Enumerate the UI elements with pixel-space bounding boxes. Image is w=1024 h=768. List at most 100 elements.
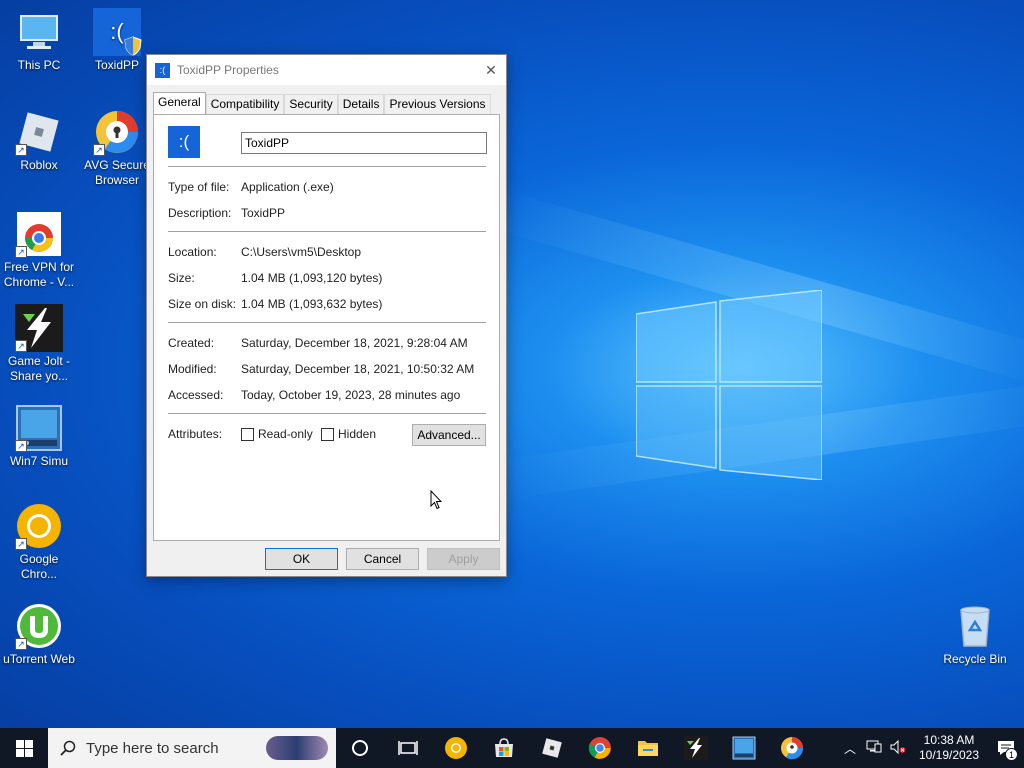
desktop-icon-label: Win7 Simu bbox=[9, 454, 68, 468]
desktop-icon-label: Game Jolt - Share yo... bbox=[7, 354, 70, 383]
computer-icon bbox=[15, 8, 63, 56]
desktop-icon-recycle-bin[interactable]: Recycle Bin bbox=[936, 602, 1014, 667]
accessed-value: Today, October 19, 2023, 28 minutes ago bbox=[241, 388, 461, 402]
advanced-button[interactable]: Advanced... bbox=[412, 424, 486, 446]
tab-details[interactable]: Details bbox=[337, 94, 385, 114]
shortcut-arrow-icon: ↗ bbox=[15, 440, 27, 452]
cortana-button[interactable] bbox=[336, 728, 384, 768]
hidden-checkbox[interactable]: Hidden bbox=[321, 427, 376, 441]
taskbar-avg-browser[interactable] bbox=[768, 728, 816, 768]
desktop-icon-roblox[interactable]: ↗ Roblox bbox=[0, 108, 78, 173]
avg-browser-icon: ↗ bbox=[93, 108, 141, 156]
taskbar-search-box[interactable]: Type here to search bbox=[48, 728, 336, 768]
desktop-icon-label: uTorrent Web bbox=[3, 652, 75, 666]
taskbar: Type here to search ︿ 10:38 AM 10/19/202… bbox=[0, 728, 1024, 768]
task-view-icon bbox=[398, 741, 418, 755]
desktop-icon-label: Roblox bbox=[20, 158, 58, 172]
tab-strip: General Compatibility Security Details P… bbox=[153, 92, 491, 114]
dialog-title: ToxidPP Properties bbox=[177, 63, 279, 77]
separator bbox=[168, 322, 486, 323]
chrome-canary-icon bbox=[445, 737, 467, 759]
toxidpp-title-icon: :( bbox=[155, 62, 170, 78]
desktop-icon-win7-simu[interactable]: ↗ Win7 Simu bbox=[0, 404, 78, 469]
roblox-icon bbox=[542, 738, 562, 758]
desktop-icon-utorrent-web[interactable]: ↗ uTorrent Web bbox=[0, 602, 78, 667]
size-on-disk-value: 1.04 MB (1,093,632 bytes) bbox=[241, 297, 383, 311]
tab-security[interactable]: Security bbox=[284, 94, 338, 114]
apply-button[interactable]: Apply bbox=[427, 548, 500, 570]
dialog-titlebar[interactable]: :( ToxidPP Properties ✕ bbox=[147, 55, 506, 85]
close-icon[interactable]: ✕ bbox=[476, 55, 506, 85]
tab-previous-versions[interactable]: Previous Versions bbox=[384, 94, 491, 114]
attributes-label: Attributes: bbox=[168, 427, 223, 441]
recycle-bin-icon bbox=[951, 602, 999, 650]
taskbar-chrome-canary[interactable] bbox=[432, 728, 480, 768]
taskbar-roblox[interactable] bbox=[528, 728, 576, 768]
avg-browser-icon bbox=[781, 737, 804, 760]
taskbar-google-chrome[interactable] bbox=[576, 728, 624, 768]
start-button[interactable] bbox=[0, 728, 48, 768]
roblox-icon: ↗ bbox=[15, 108, 63, 156]
taskbar-game-jolt[interactable] bbox=[672, 728, 720, 768]
desktop-icon-label: Google Chro... bbox=[19, 552, 59, 581]
size-on-disk-label: Size on disk: bbox=[168, 297, 237, 311]
chrome-icon bbox=[588, 737, 611, 759]
description-value: ToxidPP bbox=[241, 206, 286, 220]
read-only-checkbox[interactable]: Read-only bbox=[241, 427, 313, 441]
volume-muted-icon[interactable] bbox=[886, 739, 910, 757]
search-highlight-image bbox=[266, 736, 328, 760]
created-label: Created: bbox=[168, 336, 215, 350]
clock-date: 10/19/2023 bbox=[918, 748, 980, 762]
utorrent-icon: ↗ bbox=[15, 602, 63, 650]
windows-wallpaper-logo bbox=[636, 290, 822, 480]
chevron-up-icon[interactable]: ︿ bbox=[838, 740, 862, 757]
taskbar-clock[interactable]: 10:38 AM 10/19/2023 bbox=[910, 733, 988, 763]
action-center-button[interactable]: 1 bbox=[988, 728, 1024, 768]
shortcut-arrow-icon: ↗ bbox=[15, 538, 27, 550]
modified-label: Modified: bbox=[168, 362, 217, 376]
location-label: Location: bbox=[168, 245, 217, 259]
uac-shield-icon bbox=[124, 36, 142, 56]
toxidpp-app-icon: :( bbox=[93, 8, 142, 56]
taskbar-microsoft-store[interactable] bbox=[480, 728, 528, 768]
desktop-icon-google-chrome[interactable]: ↗ Google Chro... bbox=[0, 502, 78, 582]
description-label: Description: bbox=[168, 206, 232, 220]
taskbar-win7-simu[interactable] bbox=[720, 728, 768, 768]
windows-logo-icon bbox=[15, 739, 33, 757]
desktop-icon-label: This PC bbox=[17, 58, 61, 72]
clock-time: 10:38 AM bbox=[923, 733, 975, 747]
game-jolt-icon bbox=[684, 736, 708, 760]
win7-simulator-icon: ↗ bbox=[15, 404, 63, 452]
shortcut-arrow-icon: ↗ bbox=[15, 144, 27, 156]
desktop-icon-free-vpn[interactable]: ↗ Free VPN for Chrome - V... bbox=[0, 210, 78, 290]
task-view-button[interactable] bbox=[384, 728, 432, 768]
taskbar-file-explorer[interactable] bbox=[624, 728, 672, 768]
accessed-label: Accessed: bbox=[168, 388, 224, 402]
type-of-file-label: Type of file: bbox=[168, 180, 230, 194]
general-tab-panel: :( Type of file: Application (.exe) Desc… bbox=[153, 114, 500, 541]
separator bbox=[168, 231, 486, 232]
hidden-label: Hidden bbox=[338, 427, 377, 441]
desktop-icon-this-pc[interactable]: This PC bbox=[0, 8, 78, 73]
shortcut-arrow-icon: ↗ bbox=[15, 638, 27, 650]
tab-compatibility[interactable]: Compatibility bbox=[205, 94, 285, 114]
ok-button[interactable]: OK bbox=[265, 548, 338, 570]
checkbox-box[interactable] bbox=[321, 427, 334, 441]
store-bag-icon bbox=[495, 738, 513, 757]
folder-icon bbox=[638, 741, 658, 756]
shortcut-arrow-icon: ↗ bbox=[93, 144, 105, 156]
desktop-icon-toxidpp[interactable]: :( ToxidPP bbox=[78, 8, 156, 73]
mouse-pointer-icon bbox=[430, 490, 442, 510]
properties-dialog: :( ToxidPP Properties ✕ General Compatib… bbox=[146, 54, 507, 577]
desktop-icon-avg-browser[interactable]: ↗ AVG Secure Browser bbox=[78, 108, 156, 188]
separator bbox=[168, 166, 486, 167]
file-name-input[interactable] bbox=[241, 132, 487, 154]
cancel-button[interactable]: Cancel bbox=[346, 548, 419, 570]
network-icon[interactable] bbox=[862, 740, 886, 757]
checkbox-box[interactable] bbox=[241, 427, 254, 441]
desktop-icon-game-jolt[interactable]: ↗ Game Jolt - Share yo... bbox=[0, 304, 78, 384]
chrome-canary-icon: ↗ bbox=[15, 502, 63, 550]
created-value: Saturday, December 18, 2021, 9:28:04 AM bbox=[241, 336, 468, 350]
tab-general[interactable]: General bbox=[153, 92, 206, 114]
size-label: Size: bbox=[168, 271, 195, 285]
